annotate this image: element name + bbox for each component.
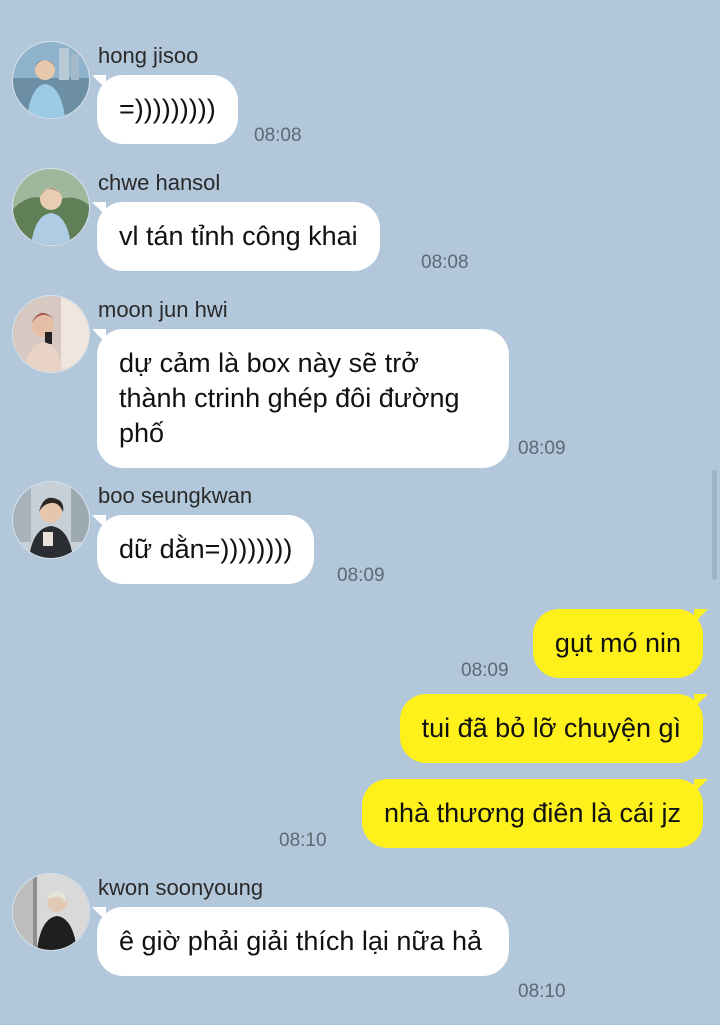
message-bubble[interactable]: dự cảm là box này sẽ trở thành ctrinh gh… — [92, 329, 509, 468]
message-bubble[interactable]: dữ dằn=)))))))) — [91, 515, 315, 584]
avatar[interactable] — [12, 873, 90, 951]
message-bubble[interactable]: nhà thương điên là cái jz — [362, 779, 708, 848]
avatar-photo-icon — [13, 874, 89, 950]
message-bubble[interactable]: =))))))))) — [92, 75, 238, 144]
timestamp: 08:09 — [337, 565, 385, 586]
message-bubble[interactable]: ê giờ phải giải thích lại nữa hả — [92, 907, 509, 976]
avatar[interactable] — [12, 41, 90, 119]
sender-name: hong jisoo — [98, 43, 199, 68]
sender-name: boo seungkwan — [98, 483, 253, 508]
message-bubble[interactable]: tui đã bỏ lỡ chuyện gì — [399, 694, 709, 763]
avatar[interactable] — [12, 295, 90, 373]
timestamp: 08:09 — [518, 438, 566, 459]
avatar[interactable] — [12, 168, 90, 246]
timestamp: 08:10 — [518, 981, 566, 1002]
timestamp: 08:08 — [421, 252, 469, 273]
timestamp: 08:10 — [279, 830, 327, 851]
timestamp: 08:08 — [254, 125, 302, 146]
avatar-photo-icon — [13, 296, 89, 372]
sender-name: kwon soonyoung — [98, 875, 264, 900]
avatar-photo-icon — [13, 42, 89, 118]
avatar-photo-icon — [13, 169, 89, 245]
avatar-photo-icon — [13, 482, 89, 558]
timestamp: 08:09 — [461, 660, 509, 681]
avatar[interactable] — [12, 481, 90, 559]
sender-name: chwe hansol — [98, 170, 221, 195]
sender-name: moon jun hwi — [98, 297, 228, 322]
message-bubble[interactable]: gụt mó nin — [532, 609, 709, 678]
message-bubble[interactable]: vl tán tỉnh công khai — [92, 202, 380, 271]
scrollbar[interactable] — [712, 470, 717, 580]
chat-view[interactable]: hong jisoo =))))))))) 08:08 chwe hansol … — [0, 0, 720, 1025]
